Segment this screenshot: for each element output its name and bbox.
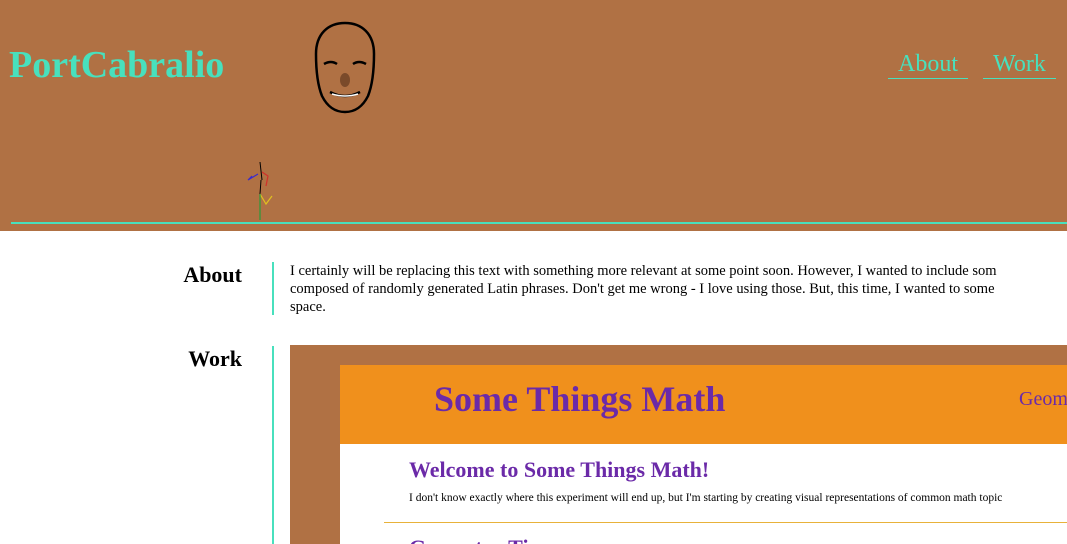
preview-next-heading: Geometry Ti	[409, 535, 529, 544]
about-heading: About	[183, 262, 242, 287]
preview-nav-item[interactable]: Geom	[1019, 387, 1067, 411]
nav-link-about[interactable]: About	[888, 50, 968, 79]
work-divider	[272, 346, 274, 544]
preview-divider	[384, 522, 1067, 523]
about-text-line: composed of randomly generated Latin phr…	[290, 281, 995, 297]
preview-header: Some Things Math Geom	[340, 365, 1067, 444]
preview-site-title[interactable]: Some Things Math	[434, 379, 725, 419]
work-preview-frame[interactable]: Some Things Math Geom Welcome to Some Th…	[290, 345, 1067, 544]
about-divider	[272, 262, 274, 315]
preview-description: I don't know exactly where this experime…	[409, 492, 1003, 504]
stick-figure-icon	[247, 161, 273, 220]
site-title[interactable]: PortCabralio	[9, 40, 224, 90]
work-heading: Work	[188, 346, 242, 371]
site-header: PortCabralio About Work	[0, 0, 1067, 231]
face-drawing-icon	[314, 21, 376, 114]
work-preview-page: Some Things Math Geom Welcome to Some Th…	[340, 365, 1067, 544]
about-text-line: I certainly will be replacing this text …	[290, 263, 997, 279]
nav-link-work[interactable]: Work	[983, 50, 1056, 79]
about-text-line: space.	[290, 299, 326, 315]
preview-welcome-heading: Welcome to Some Things Math!	[409, 457, 710, 482]
ground-line	[11, 222, 1067, 224]
about-text: I certainly will be replacing this text …	[290, 262, 1067, 316]
